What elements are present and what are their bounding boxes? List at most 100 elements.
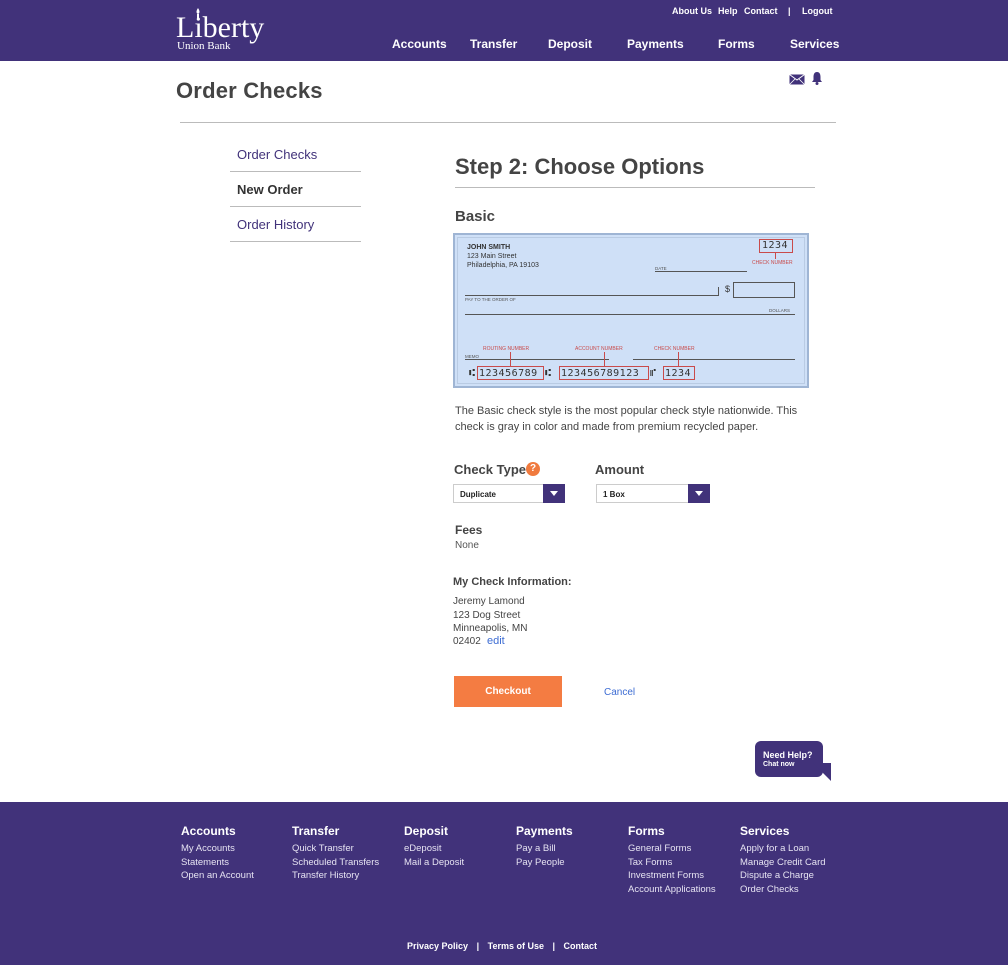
footer-heading[interactable]: Payments [516,824,573,838]
sidebar-item-label: Order Checks [237,147,318,162]
amount-select[interactable]: 1 Box [596,484,710,503]
footer-link[interactable]: Statements [181,856,254,870]
nav-accounts[interactable]: Accounts [392,37,447,51]
footer-link[interactable]: Order Checks [740,883,826,897]
footer-legal-links: Privacy Policy | Terms of Use | Contact [407,941,603,951]
pay-to-label: PAY TO THE ORDER OF [465,297,516,302]
check-type-value: Duplicate [460,490,497,499]
footer-link[interactable]: Account Applications [628,883,716,897]
footer-link[interactable]: Quick Transfer [292,842,379,856]
chevron-down-icon[interactable] [543,484,565,503]
date-line [655,271,747,272]
liberty-logo[interactable]: Liberty Union Bank [176,8,286,53]
chevron-down-icon[interactable] [688,484,710,503]
amount-box [733,282,795,298]
check-info-street: 123 Dog Street [453,610,521,621]
footer-link[interactable]: Investment Forms [628,869,716,883]
micr-check-number: 1234 [665,368,692,379]
util-about-us[interactable]: About Us [672,6,712,16]
page-title: Order Checks [176,78,323,103]
footer-link[interactable]: Dispute a Charge [740,869,826,883]
util-logout[interactable]: Logout [802,6,833,16]
footer-link[interactable]: Transfer History [292,869,379,883]
footer-link[interactable]: General Forms [628,842,716,856]
payee-line-end [718,287,719,296]
legal-separator: | [552,941,556,951]
nav-forms[interactable]: Forms [718,37,755,51]
nav-deposit[interactable]: Deposit [548,37,592,51]
fees-value: None [455,540,479,551]
sidebar-item-order-checks[interactable]: Order Checks [230,137,361,172]
chat-widget[interactable]: Need Help? Chat now [755,741,832,781]
check-num-pointer [678,352,679,366]
check-owner-street: 123 Main Street [467,253,517,260]
nav-payments[interactable]: Payments [627,37,684,51]
payee-line [465,295,719,296]
util-help[interactable]: Help [718,6,738,16]
footer-link[interactable]: Open an Account [181,869,254,883]
util-separator: | [788,6,791,16]
micr-onus-symbol: ⑈ [650,368,657,379]
footer-link[interactable]: Pay People [516,856,573,870]
legal-separator: | [476,941,480,951]
mail-icon[interactable] [789,74,805,85]
footer-heading[interactable]: Services [740,824,826,838]
dollars-label: DOLLARS [769,308,791,313]
routing-pointer [510,352,511,366]
cancel-link[interactable]: Cancel [604,687,635,698]
written-amount-line [465,314,795,315]
nav-services[interactable]: Services [790,37,839,51]
check-number: 1234 [762,240,789,251]
footer-link[interactable]: eDeposit [404,842,464,856]
amount-label: Amount [595,462,645,477]
sidebar-item-order-history[interactable]: Order History [230,207,361,242]
fees-label: Fees [455,523,483,537]
check-preview: JOHN SMITH 123 Main Street Philadelphia,… [453,233,809,388]
chat-title: Need Help? [763,750,813,760]
bell-icon[interactable] [811,71,823,85]
site-footer: Accounts My Accounts Statements Open an … [0,802,1008,965]
check-info-name: Jeremy Lamond [453,596,525,607]
privacy-policy-link[interactable]: Privacy Policy [407,941,468,951]
footer-link[interactable]: Mail a Deposit [404,856,464,870]
chat-subtitle: Chat now [763,761,795,768]
step-title: Step 2: Choose Options [455,154,705,179]
terms-of-use-link[interactable]: Terms of Use [488,941,544,951]
header-icons [789,71,825,87]
check-style-description: The Basic check style is the most popula… [455,405,798,433]
check-owner-name: JOHN SMITH [467,244,511,251]
footer-heading[interactable]: Accounts [181,824,254,838]
check-info-zip: 02402 [453,636,481,647]
footer-heading[interactable]: Transfer [292,824,379,838]
footer-link[interactable]: Apply for a Loan [740,842,826,856]
help-icon[interactable]: ? [526,462,540,476]
footer-col-deposit: Deposit eDeposit Mail a Deposit [404,824,464,869]
footer-heading[interactable]: Forms [628,824,716,838]
footer-link[interactable]: Scheduled Transfers [292,856,379,870]
footer-link[interactable]: Tax Forms [628,856,716,870]
sidebar-item-label: New Order [237,182,303,197]
footer-link[interactable]: Pay a Bill [516,842,573,856]
footer-heading[interactable]: Deposit [404,824,464,838]
footer-contact-link[interactable]: Contact [564,941,598,951]
check-type-label: Check Type [454,462,527,477]
amount-value: 1 Box [603,490,625,499]
title-divider [180,122,836,123]
edit-check-info-link[interactable]: edit [487,635,505,647]
util-contact[interactable]: Contact [744,6,778,16]
check-style-name: Basic [455,208,496,225]
check-number-caption: CHECK NUMBER [752,260,793,266]
footer-col-payments: Payments Pay a Bill Pay People [516,824,573,869]
check-num-caption: CHECK NUMBER [654,346,695,352]
sidebar-item-label: Order History [237,217,315,232]
nav-transfer[interactable]: Transfer [470,37,517,51]
dollar-sign: $ [725,284,731,294]
sidebar-item-new-order[interactable]: New Order [230,172,361,207]
footer-link[interactable]: My Accounts [181,842,254,856]
check-type-select[interactable]: Duplicate [453,484,565,503]
memo-line [465,359,609,360]
footer-col-services: Services Apply for a Loan Manage Credit … [740,824,826,896]
check-info-label: My Check Information: [453,576,572,588]
footer-link[interactable]: Manage Credit Card [740,856,826,870]
checkout-button[interactable]: Checkout [454,676,562,707]
